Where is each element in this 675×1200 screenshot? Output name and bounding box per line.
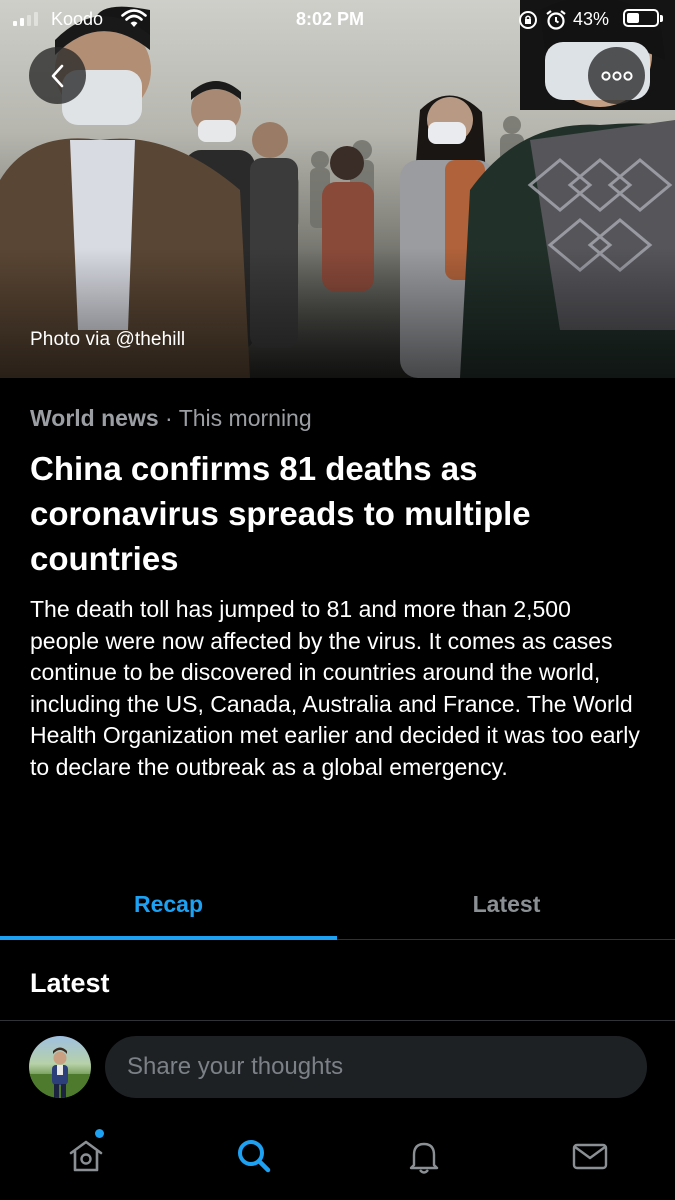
back-button[interactable] bbox=[29, 47, 86, 104]
mail-icon bbox=[572, 1143, 608, 1170]
nav-messages[interactable] bbox=[566, 1132, 614, 1180]
chevron-left-icon bbox=[51, 64, 63, 87]
search-icon bbox=[238, 1140, 271, 1173]
tab-latest[interactable]: Latest bbox=[338, 870, 675, 939]
nav-home[interactable] bbox=[62, 1132, 110, 1180]
status-bar: Koodo 8:02 PM 43% bbox=[0, 0, 675, 38]
divider bbox=[0, 1020, 675, 1021]
home-notification-dot bbox=[95, 1129, 104, 1138]
status-time: 8:02 PM bbox=[296, 9, 365, 29]
battery-level bbox=[627, 13, 639, 23]
article-summary: The death toll has jumped to 81 and more… bbox=[30, 596, 640, 780]
avatar-photo bbox=[29, 1047, 91, 1098]
more-options-button[interactable] bbox=[588, 47, 645, 104]
signal-icon bbox=[13, 12, 38, 26]
battery-percent: 43% bbox=[573, 9, 610, 29]
alarm-icon bbox=[545, 9, 567, 36]
home-icon bbox=[69, 1140, 103, 1172]
photo-credit: Photo via @thehill bbox=[30, 329, 186, 350]
nav-notifications[interactable] bbox=[400, 1132, 448, 1180]
more-dots-icon bbox=[600, 70, 633, 81]
nav-search[interactable] bbox=[230, 1132, 278, 1180]
article-meta: World news · This morning bbox=[30, 405, 312, 432]
article-category[interactable]: World news bbox=[30, 405, 159, 431]
avatar[interactable] bbox=[29, 1036, 91, 1098]
carrier-name: Koodo bbox=[51, 9, 104, 29]
article-headline: China confirms 81 deaths as coronavirus … bbox=[30, 450, 531, 577]
tab-recap[interactable]: Recap bbox=[0, 870, 337, 939]
meta-separator: · bbox=[165, 405, 173, 431]
section-title: Latest bbox=[30, 968, 110, 998]
battery-icon bbox=[623, 9, 663, 27]
rotation-lock-icon bbox=[518, 10, 538, 35]
hero-gradient bbox=[0, 248, 675, 378]
active-tab-indicator bbox=[0, 936, 337, 940]
bell-icon bbox=[409, 1142, 439, 1174]
compose-input[interactable]: Share your thoughts bbox=[105, 1036, 647, 1098]
moment-tabs: Recap Latest bbox=[0, 870, 675, 940]
compose-placeholder: Share your thoughts bbox=[127, 1053, 344, 1080]
explore-moment-screen: Photo via @thehill Koodo 8:02 PM 43% Wor… bbox=[0, 0, 675, 1200]
article-time: This morning bbox=[178, 405, 312, 431]
wifi-icon bbox=[121, 9, 147, 34]
hero-photo: Photo via @thehill bbox=[0, 0, 675, 378]
